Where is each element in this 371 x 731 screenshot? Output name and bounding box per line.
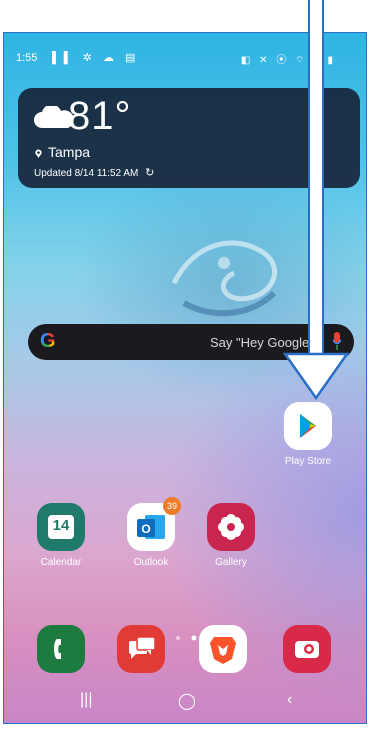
recents-button[interactable]: ||| xyxy=(80,691,92,709)
outlook-label: Outlook xyxy=(133,557,169,568)
outlook-badge: 39 xyxy=(163,497,181,515)
dock-brave[interactable] xyxy=(188,625,258,673)
phone-icon xyxy=(37,625,85,673)
outlook-icon: O 39 xyxy=(127,497,181,551)
dock-messages[interactable] xyxy=(106,625,176,673)
play-store-icon xyxy=(284,402,332,450)
app-gallery[interactable]: Gallery xyxy=(196,503,266,568)
app-calendar[interactable]: 14 Calendar xyxy=(26,503,96,568)
weather-temperature: 81° xyxy=(68,94,132,138)
annotation-arrow-head-icon xyxy=(283,352,349,400)
app-play-store[interactable]: Play Store xyxy=(273,402,343,467)
camera-icon xyxy=(283,625,331,673)
calendar-day: 14 xyxy=(52,517,70,534)
brave-browser-icon xyxy=(199,625,247,673)
weather-updated: Updated 8/14 11:52 AM ↻ xyxy=(34,166,154,179)
gallery-icon xyxy=(207,503,255,551)
notification-icons: ▌▌ ✲ ☁ ▤ xyxy=(52,52,140,64)
calendar-label: Calendar xyxy=(40,557,82,568)
home-button[interactable]: ◯ xyxy=(178,691,196,711)
search-hint: Say "Hey Google" xyxy=(210,335,314,350)
messages-icon xyxy=(117,625,165,673)
location-pin-icon xyxy=(35,149,42,158)
dock-phone[interactable] xyxy=(26,625,96,673)
microphone-icon[interactable] xyxy=(332,332,342,350)
status-time: 1:55 xyxy=(16,52,38,64)
weather-updated-text: Updated 8/14 11:52 AM xyxy=(34,168,139,179)
calendar-icon: 14 xyxy=(37,503,85,551)
google-logo-icon: G xyxy=(40,330,56,352)
refresh-icon[interactable]: ↻ xyxy=(145,166,154,179)
weather-city: Tampa xyxy=(48,144,91,160)
annotation-arrow-shaft xyxy=(308,0,324,356)
wallpaper-splash xyxy=(171,240,278,317)
dock-camera[interactable] xyxy=(272,625,342,673)
svg-text:O: O xyxy=(141,522,150,536)
weather-location: Tampa xyxy=(34,144,90,160)
gallery-label: Gallery xyxy=(215,557,247,568)
back-button[interactable]: ‹ xyxy=(287,691,292,709)
play-store-label: Play Store xyxy=(284,456,332,467)
app-outlook[interactable]: O 39 Outlook xyxy=(116,497,186,568)
navigation-bar: ||| ◯ ‹ xyxy=(4,679,366,723)
